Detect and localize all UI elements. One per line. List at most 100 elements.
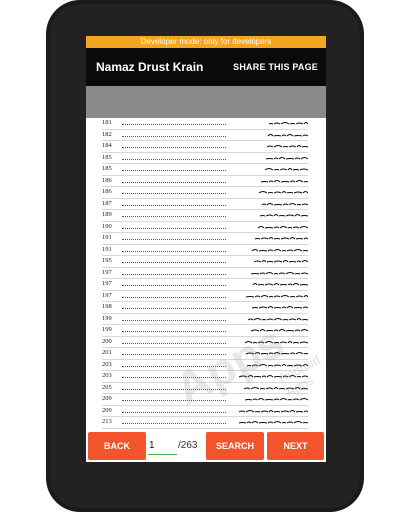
list-item: 184 xyxy=(102,141,308,153)
leader-dots xyxy=(122,342,226,344)
toc-page-number: 186 xyxy=(102,176,112,184)
toc-title-script xyxy=(230,338,308,346)
toc-page-number: 187 xyxy=(102,199,112,207)
toc-page-number: 195 xyxy=(102,257,112,264)
toc-page-number: 191 xyxy=(102,234,112,241)
app-screen: Developer mode: only for developers Nama… xyxy=(86,36,326,462)
list-item: 186 xyxy=(102,176,308,187)
next-button[interactable]: NEXT xyxy=(267,432,324,460)
toc-page-number: 185 xyxy=(102,165,112,172)
toc-title-script xyxy=(230,280,308,288)
toc-title-script xyxy=(230,361,308,369)
toc-title-script xyxy=(230,407,308,415)
toc-title-script xyxy=(230,292,308,300)
toc-page-number: 184 xyxy=(102,142,112,149)
leader-dots xyxy=(122,285,226,286)
toc-title-script xyxy=(230,372,308,380)
list-item: 186 xyxy=(102,187,308,199)
navigation-bar: BACK /263 SEARCH NEXT xyxy=(86,430,326,462)
developer-mode-banner: Developer mode: only for developers xyxy=(86,36,326,48)
list-item: 197 xyxy=(102,291,308,302)
leader-dots xyxy=(122,124,226,125)
toc-title-script xyxy=(230,211,308,219)
toc-title-script xyxy=(230,131,308,139)
app-toolbar: Namaz Drust Krain SHARE THIS PAGE xyxy=(86,48,326,86)
toc-title-script xyxy=(230,246,308,254)
list-item: 205 xyxy=(102,383,308,394)
toc-title-script xyxy=(230,223,308,231)
toc-page-number: 186 xyxy=(102,188,112,195)
list-item: 200 xyxy=(102,337,308,348)
leader-dots xyxy=(122,216,226,217)
toc-title-script xyxy=(230,165,308,173)
toc-page-number: 199 xyxy=(102,314,112,322)
toc-page-number: 203 xyxy=(102,372,112,379)
toc-title-script xyxy=(230,142,308,150)
list-item: 197 xyxy=(102,279,308,291)
share-page-button[interactable]: SHARE THIS PAGE xyxy=(233,62,318,72)
search-button[interactable]: SEARCH xyxy=(206,432,264,460)
list-item: 213 xyxy=(102,417,308,429)
toc-page-number: 191 xyxy=(102,245,112,253)
list-item: 199 xyxy=(102,325,308,337)
toc-title-script xyxy=(230,154,308,162)
toc-page-number: 203 xyxy=(102,360,112,368)
leader-dots xyxy=(122,181,226,183)
toc-page-number: 209 xyxy=(102,395,112,402)
toc-title-script xyxy=(230,257,308,265)
list-item: 203 xyxy=(102,371,308,383)
leader-dots xyxy=(122,296,226,298)
toc-page-number: 197 xyxy=(102,280,112,287)
leader-dots xyxy=(122,170,226,171)
toc-page-number: 200 xyxy=(102,337,112,345)
leader-dots xyxy=(122,262,226,263)
leader-dots xyxy=(122,411,226,413)
leader-dots xyxy=(122,158,226,160)
list-item: 198 xyxy=(102,302,308,314)
toc-page-number: 189 xyxy=(102,211,112,218)
leader-dots xyxy=(122,423,226,424)
list-item: 191 xyxy=(102,245,308,256)
toc-title-script xyxy=(230,119,308,127)
toc-page-number: 181 xyxy=(102,119,112,126)
leader-dots xyxy=(122,193,226,194)
list-item: 187 xyxy=(102,199,308,210)
toc-title-script xyxy=(230,269,308,277)
leader-dots xyxy=(122,204,226,206)
leader-dots xyxy=(122,388,226,390)
leader-dots xyxy=(122,354,226,355)
leader-dots xyxy=(122,365,226,367)
toc-title-script xyxy=(230,315,308,323)
list-item: 203 xyxy=(102,360,308,371)
toc-page-number: 213 xyxy=(102,418,112,425)
total-pages-label: /263 xyxy=(178,440,198,451)
toc-title-script xyxy=(230,177,308,185)
toc-page-number: 209 xyxy=(102,406,112,414)
app-title: Namaz Drust Krain xyxy=(96,60,204,74)
leader-dots xyxy=(122,227,226,229)
toc-title-script xyxy=(230,418,308,426)
book-page[interactable]: 181 182 184 185 185 186 186 187 189 190 191 191 195 1… xyxy=(86,118,326,440)
list-item: 182 xyxy=(102,130,308,141)
list-item: 197 xyxy=(102,268,308,279)
leader-dots xyxy=(122,331,226,332)
page-header-band xyxy=(86,86,326,118)
leader-dots xyxy=(122,319,226,321)
page-number-input[interactable] xyxy=(148,436,177,455)
toc-page-number: 199 xyxy=(102,326,112,333)
back-button[interactable]: BACK xyxy=(88,432,146,460)
list-item: 195 xyxy=(102,256,308,268)
leader-dots xyxy=(122,147,226,148)
list-item: 209 xyxy=(102,394,308,406)
toc-title-script xyxy=(230,395,308,403)
table-of-contents: 181 182 184 185 185 186 186 187 189 190 191 191 195 1… xyxy=(102,118,308,440)
list-item: 189 xyxy=(102,210,308,222)
list-item: 181 xyxy=(102,118,308,130)
leader-dots xyxy=(122,250,226,252)
toc-page-number: 182 xyxy=(102,130,112,138)
leader-dots xyxy=(122,377,226,378)
leader-dots xyxy=(122,239,226,240)
toc-page-number: 201 xyxy=(102,349,112,356)
list-item: 190 xyxy=(102,222,308,233)
toc-title-script xyxy=(230,326,308,334)
